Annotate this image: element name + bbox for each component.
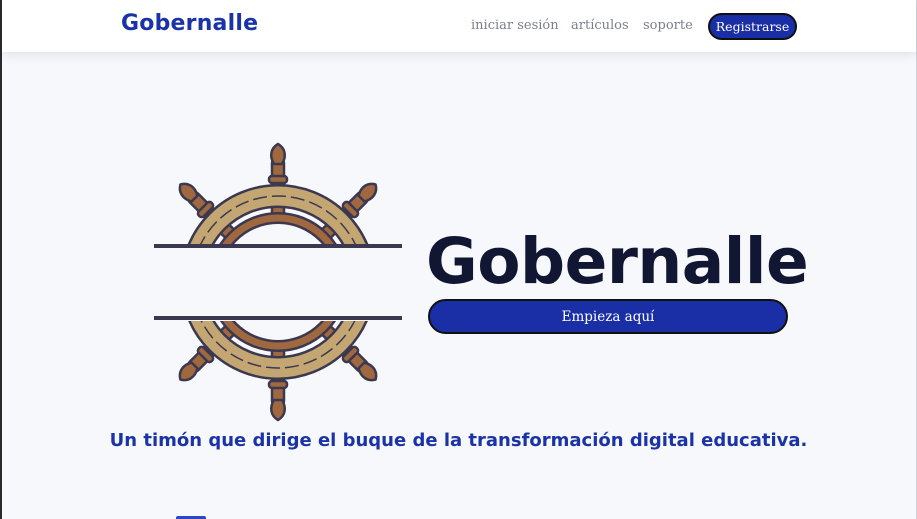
get-started-button[interactable]: Empieza aquí xyxy=(428,299,788,334)
wheel-split-line-bottom xyxy=(154,316,402,320)
ship-wheel-graphic xyxy=(150,142,406,424)
ship-wheel-icon xyxy=(150,140,406,424)
nav-link-login[interactable]: iniciar sesión xyxy=(471,18,559,33)
top-navbar: Gobernalle iniciar sesión artículos sopo… xyxy=(2,0,916,52)
nav-link-support[interactable]: soporte xyxy=(643,18,693,33)
register-button[interactable]: Registrarse xyxy=(708,13,797,40)
hero-tagline: Un timón que dirige el buque de la trans… xyxy=(109,430,808,451)
nav-link-articles[interactable]: artículos xyxy=(571,18,629,33)
brand-logo-link[interactable]: Gobernalle xyxy=(121,11,258,36)
hero-title: Gobernalle xyxy=(426,225,809,298)
wheel-split-line-top xyxy=(154,244,402,248)
